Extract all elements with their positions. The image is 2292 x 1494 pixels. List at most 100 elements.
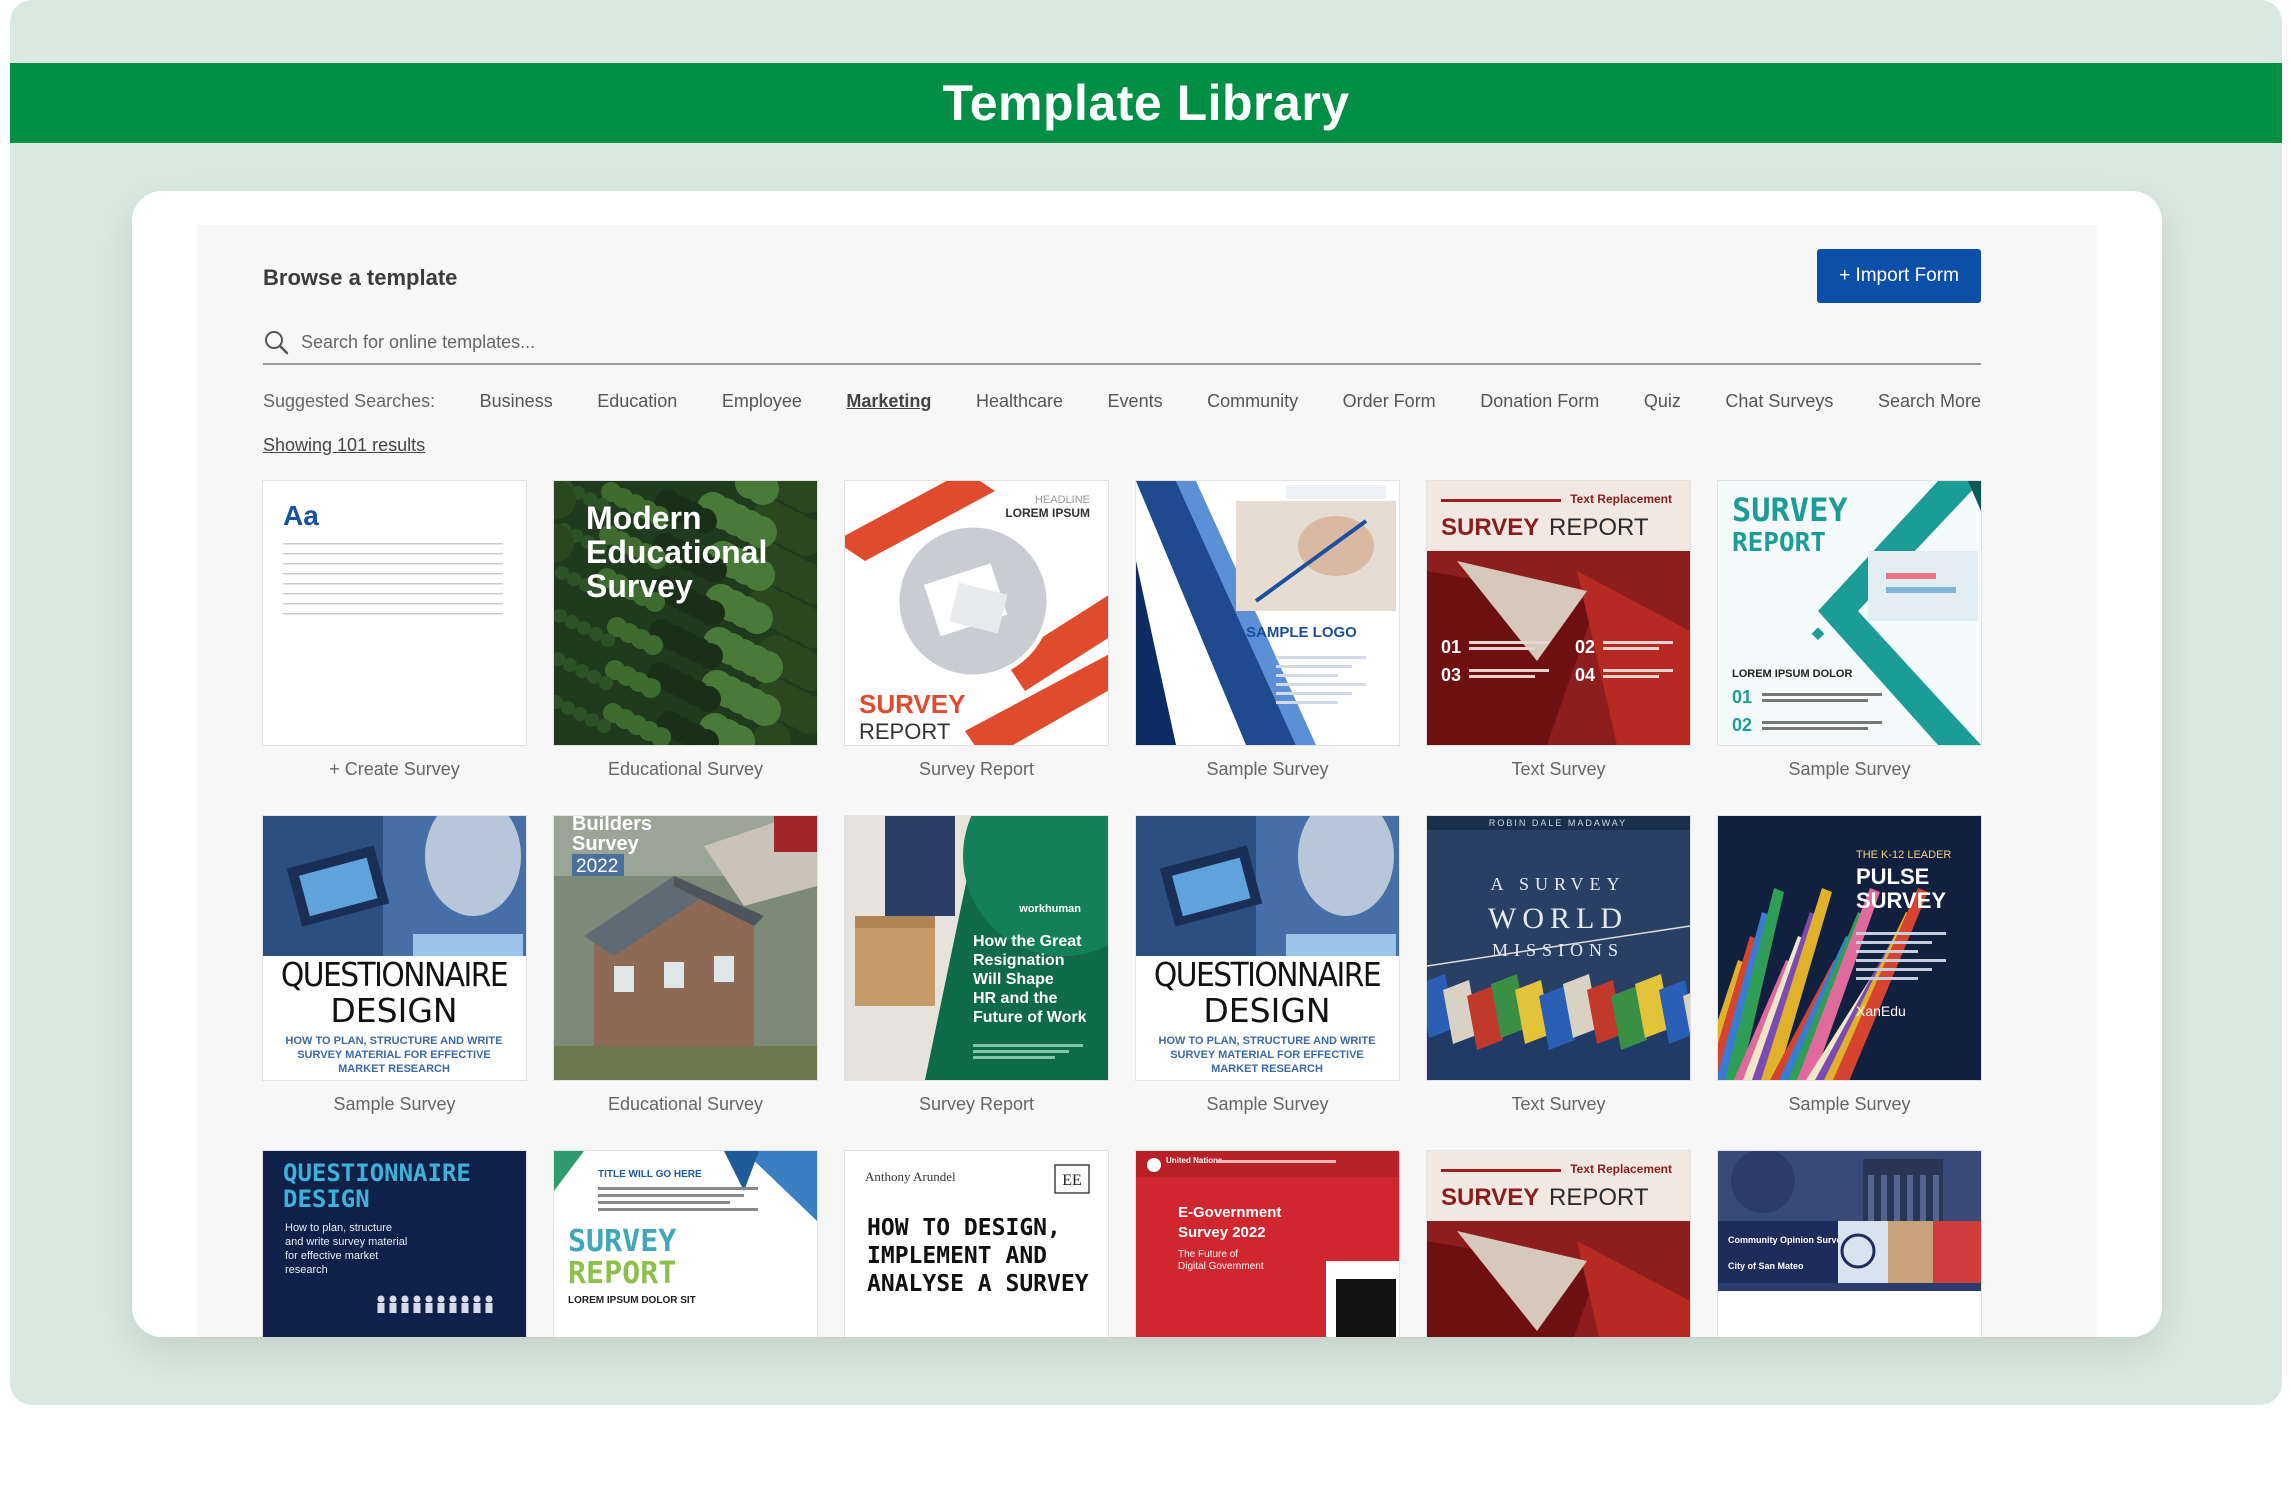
template-thumbnail[interactable]: United Nations E-Government Survey 2022 The… xyxy=(1136,1151,1399,1337)
suggested-item-business[interactable]: Business xyxy=(480,391,553,412)
template-thumbnail[interactable]: workhuman How the Great Resignation Will Sh… xyxy=(845,816,1108,1080)
template-tile[interactable]: Text Replacement SURVEY REPORT xyxy=(1427,1151,1690,1337)
template-caption: Sample Survey xyxy=(1206,1094,1329,1114)
svg-text:MARKET RESEARCH: MARKET RESEARCH xyxy=(338,1063,450,1075)
template-tile[interactable]: QUESTIONNAIRE DESIGN HOW TO PLAN, STRUCTUR… xyxy=(1136,816,1399,1115)
template-tile[interactable]: United Nations E-Government Survey 2022 The… xyxy=(1136,1151,1399,1337)
suggested-item-donation-form[interactable]: Donation Form xyxy=(1480,391,1599,412)
svg-text:Survey 2022: Survey 2022 xyxy=(1178,1224,1266,1241)
svg-text:Text Replacement: Text Replacement xyxy=(1570,1162,1672,1176)
suggested-item-marketing[interactable]: Marketing xyxy=(846,391,931,412)
svg-text:2022: 2022 xyxy=(576,856,618,877)
template-tile[interactable]: Modern Educational Survey Educational Surve… xyxy=(554,481,817,780)
svg-text:DESIGN: DESIGN xyxy=(1203,991,1330,1030)
template-tile[interactable]: Anthony Arundel EE HOW TO DESIGN, IMPLEMENT… xyxy=(845,1151,1108,1337)
svg-text:HOW TO PLAN, STRUCTURE AND WRI: HOW TO PLAN, STRUCTURE AND WRITE xyxy=(286,1035,503,1047)
svg-text:REPORT: REPORT xyxy=(1549,1184,1649,1211)
svg-text:REPORT: REPORT xyxy=(859,719,950,744)
template-tile[interactable]: TITLE WILL GO HERE SURVEY REPORT LOREM IPSU… xyxy=(554,1151,817,1337)
svg-text:SURVEY: SURVEY xyxy=(859,689,965,719)
template-thumbnail[interactable]: QUESTIONNAIRE DESIGN How to plan, structur… xyxy=(263,1151,526,1337)
svg-text:REPORT: REPORT xyxy=(1549,514,1649,541)
template-tile[interactable]: THE K-12 LEADER PULSE SURVEY XanEdu Sample S… xyxy=(1718,816,1981,1115)
template-tile[interactable]: Aa + Create Survey xyxy=(263,481,526,780)
svg-text:QUESTIONNAIRE: QUESTIONNAIRE xyxy=(1154,955,1380,994)
svg-text:Will Shape: Will Shape xyxy=(973,971,1054,988)
suggested-item-community[interactable]: Community xyxy=(1207,391,1298,412)
template-tile[interactable]: Text Replacement SURVEY REPORT 01 02 03 04 Text… xyxy=(1427,481,1690,780)
svg-text:01: 01 xyxy=(1732,687,1752,707)
svg-text:REPORT: REPORT xyxy=(1732,528,1826,558)
svg-text:02: 02 xyxy=(1575,637,1595,657)
template-thumbnail[interactable]: QUESTIONNAIRE DESIGN HOW TO PLAN, STRUCTUR… xyxy=(1136,816,1399,1080)
svg-text:DESIGN: DESIGN xyxy=(283,1185,370,1213)
template-tile[interactable]: SURVEY REPORT LOREM IPSUM DOLOR 01 02 Sample … xyxy=(1718,481,1981,780)
suggested-item-quiz[interactable]: Quiz xyxy=(1644,391,1681,412)
svg-text:04: 04 xyxy=(1575,665,1595,685)
template-thumbnail[interactable]: ROBIN DALE MADAWAY A SURVEY WORLD MISSIONS xyxy=(1427,816,1690,1080)
svg-text:LOREM IPSUM: LOREM IPSUM xyxy=(1005,506,1090,520)
template-thumbnail[interactable]: Builders Survey 2022 xyxy=(554,816,817,1080)
template-thumbnail[interactable]: TITLE WILL GO HERE SURVEY REPORT LOREM IPSU… xyxy=(554,1151,817,1337)
template-thumbnail[interactable]: SURVEY REPORT LOREM IPSUM DOLOR 01 02 xyxy=(1718,481,1981,745)
import-form-button[interactable]: + Import Form xyxy=(1817,249,1981,303)
template-thumbnail[interactable]: Modern Educational Survey xyxy=(554,481,817,745)
svg-text:Educational: Educational xyxy=(586,534,767,570)
template-tile[interactable]: Builders Survey 2022 Educational Survey xyxy=(554,816,817,1115)
suggested-item-education[interactable]: Education xyxy=(597,391,677,412)
svg-text:Text Replacement: Text Replacement xyxy=(1570,492,1672,506)
suggested-item-search-more[interactable]: Search More xyxy=(1878,391,1981,412)
svg-text:LOREM IPSUM DOLOR: LOREM IPSUM DOLOR xyxy=(1732,668,1852,680)
template-tile[interactable]: ROBIN DALE MADAWAY A SURVEY WORLD MISSIONS T… xyxy=(1427,816,1690,1115)
svg-text:XanEdu: XanEdu xyxy=(1856,1003,1906,1019)
template-caption: Educational Survey xyxy=(607,1094,764,1114)
svg-text:HR and the: HR and the xyxy=(973,990,1058,1007)
svg-text:for effective market: for effective market xyxy=(285,1250,378,1262)
template-thumbnail[interactable]: Aa xyxy=(263,481,526,745)
template-tile[interactable]: QUESTIONNAIRE DESIGN How to plan, structur… xyxy=(263,1151,526,1337)
template-thumbnail[interactable]: SAMPLE LOGO xyxy=(1136,481,1399,745)
svg-text:SURVEY: SURVEY xyxy=(1856,888,1946,913)
svg-text:DESIGN: DESIGN xyxy=(330,991,457,1030)
template-tile[interactable]: workhuman How the Great Resignation Will Sh… xyxy=(845,816,1108,1115)
svg-text:HOW TO DESIGN,: HOW TO DESIGN, xyxy=(867,1215,1061,1241)
browser-panel: Browse a template + Import Form Suggeste… xyxy=(197,225,2097,1337)
template-tile[interactable]: SAMPLE LOGO Sample Survey xyxy=(1136,481,1399,780)
svg-text:WORLD: WORLD xyxy=(1488,902,1628,935)
svg-text:United Nations: United Nations xyxy=(1166,1156,1223,1165)
template-thumbnail[interactable]: Text Replacement SURVEY REPORT xyxy=(1427,1151,1690,1337)
suggested-item-order-form[interactable]: Order Form xyxy=(1343,391,1436,412)
svg-text:PULSE: PULSE xyxy=(1856,864,1929,889)
svg-text:ANALYSE A SURVEY: ANALYSE A SURVEY xyxy=(867,1271,1089,1297)
svg-text:REPORT: REPORT xyxy=(568,1256,676,1291)
template-thumbnail[interactable]: HEADLINE LOREM IPSUM SURVEY REPORT xyxy=(845,481,1108,745)
suggested-item-healthcare[interactable]: Healthcare xyxy=(976,391,1063,412)
suggested-item-events[interactable]: Events xyxy=(1108,391,1163,412)
template-thumbnail[interactable]: QUESTIONNAIRE DESIGN HOW TO PLAN, STRUCTUR… xyxy=(263,816,526,1080)
svg-text:Aa: Aa xyxy=(283,500,319,531)
suggested-item-employee[interactable]: Employee xyxy=(722,391,802,412)
template-thumbnail[interactable]: THE K-12 LEADER PULSE SURVEY XanEdu xyxy=(1718,816,1981,1080)
template-tile[interactable]: HEADLINE LOREM IPSUM SURVEY REPORT Survey Re… xyxy=(845,481,1108,780)
suggested-item-chat-surveys[interactable]: Chat Surveys xyxy=(1725,391,1833,412)
svg-text:Survey: Survey xyxy=(572,833,640,855)
template-thumbnail[interactable]: Text Replacement SURVEY REPORT 01 02 03 04 xyxy=(1427,481,1690,745)
svg-text:Anthony Arundel: Anthony Arundel xyxy=(865,1169,956,1184)
svg-text:The Future of: The Future of xyxy=(1178,1249,1238,1260)
svg-text:Community Opinion Survey: Community Opinion Survey xyxy=(1728,1235,1847,1245)
search-input[interactable] xyxy=(299,330,1981,354)
svg-text:How the Great: How the Great xyxy=(973,933,1082,950)
template-tile[interactable]: Community Opinion Survey City of San Mate… xyxy=(1718,1151,1981,1337)
svg-text:SAMPLE LOGO: SAMPLE LOGO xyxy=(1246,624,1357,641)
template-caption: Sample Survey xyxy=(1788,1094,1911,1114)
svg-text:Digital Government: Digital Government xyxy=(1178,1261,1264,1272)
results-count[interactable]: Showing 101 results xyxy=(263,435,425,456)
svg-text:workhuman: workhuman xyxy=(1018,903,1081,915)
svg-text:Future of Work: Future of Work xyxy=(973,1009,1087,1026)
svg-text:IMPLEMENT AND: IMPLEMENT AND xyxy=(867,1243,1047,1269)
browse-heading: Browse a template xyxy=(263,265,458,290)
suggested-label: Suggested Searches: xyxy=(263,391,436,411)
template-thumbnail[interactable]: Community Opinion Survey City of San Mate… xyxy=(1718,1151,1981,1337)
template-thumbnail[interactable]: Anthony Arundel EE HOW TO DESIGN, IMPLEMENT… xyxy=(845,1151,1108,1337)
template-tile[interactable]: QUESTIONNAIRE DESIGN HOW TO PLAN, STRUCTUR… xyxy=(263,816,526,1115)
